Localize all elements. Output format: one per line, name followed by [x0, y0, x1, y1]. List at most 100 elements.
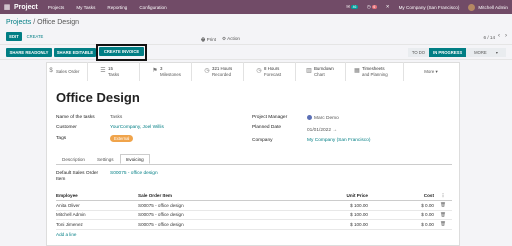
trash-icon[interactable]: 🗑: [434, 212, 452, 218]
share-readonly-button[interactable]: SHARE READONLY: [6, 48, 52, 57]
customer-field[interactable]: YourCompany, Joel Willis: [110, 125, 164, 130]
tab-invoicing[interactable]: Invoicing: [119, 154, 150, 164]
chat-badge: 46: [351, 5, 358, 9]
smart-button-hours-recorded[interactable]: ◷ 321 Hours Recorded: [202, 62, 244, 81]
activity-button[interactable]: ◷ 6: [367, 4, 377, 10]
column-options-icon[interactable]: ⋮: [434, 193, 452, 199]
share-editable-button[interactable]: SHARE EDITABLE: [54, 48, 96, 57]
tags-label: Tags: [56, 136, 67, 141]
name-of-tasks-field[interactable]: Tasks: [110, 115, 122, 120]
row-cost: $ 0.00: [421, 202, 434, 208]
planned-date-value: 01/01/2022: [307, 128, 332, 133]
menu-my-tasks[interactable]: My Tasks: [76, 5, 95, 10]
settings-button[interactable]: ✕: [386, 4, 390, 10]
row-sale-order-item: S00075 - office design: [138, 212, 184, 218]
create-button[interactable]: CREATE: [24, 32, 46, 41]
smart-label: Forecast: [264, 71, 282, 77]
tab-settings[interactable]: Settings: [91, 154, 120, 164]
avatar: [307, 115, 312, 120]
smart-button-milestones[interactable]: ⚑ 3 Milestones: [150, 62, 192, 81]
stage-more[interactable]: MORE ▾: [466, 48, 506, 57]
project-title[interactable]: Office Design: [56, 90, 140, 105]
print-dropdown[interactable]: 🖶 Print: [201, 36, 216, 44]
stage-todo[interactable]: TO DO: [407, 48, 430, 57]
column-employee[interactable]: Employee: [56, 193, 138, 198]
tag-badge[interactable]: External: [110, 135, 134, 142]
row-employee: Anita Oliver: [56, 202, 80, 208]
pager-value[interactable]: 6 / 14: [484, 35, 496, 40]
table-row[interactable]: Toni Jimenez S00075 - office design $ 10…: [56, 220, 452, 230]
default-so-label: Default Sales Order Item: [56, 171, 99, 182]
smart-value: 321 Hours: [212, 66, 233, 71]
smart-button-forecast[interactable]: ◷ 8 Hours Forecast: [254, 62, 296, 81]
stage-more-label: MORE: [470, 50, 491, 55]
wrench-icon: ✕: [385, 4, 390, 9]
smart-more-label: More: [424, 68, 435, 74]
chevron-down-icon: ▾: [435, 68, 438, 74]
smart-button-more[interactable]: More ▾: [410, 62, 452, 81]
chevron-left-icon[interactable]: ‹: [496, 33, 502, 41]
planned-date-label: Planned Date: [252, 125, 282, 130]
trash-icon[interactable]: 🗑: [434, 202, 452, 208]
smart-value: 15: [108, 66, 113, 71]
trash-icon[interactable]: 🗑: [434, 221, 452, 227]
smart-button-timesheets[interactable]: ▦ Timesheets and Planning: [352, 62, 404, 81]
smart-value: 8 Hours: [264, 66, 280, 71]
edit-button[interactable]: EDIT: [6, 32, 22, 41]
smart-button-sales-order[interactable]: $ Sales Order: [46, 62, 88, 81]
table-row[interactable]: Anita Oliver S00075 - office design $ 10…: [56, 201, 452, 211]
tab-description[interactable]: Description: [56, 154, 91, 164]
flag-icon: ⚑: [152, 67, 158, 74]
smart-label: Milestones: [160, 71, 181, 77]
smart-value: Timesheets: [362, 66, 385, 71]
chat-button[interactable]: ✉ 46: [346, 4, 358, 10]
stage-in-progress[interactable]: IN PROGRESS: [429, 48, 467, 57]
default-so-field[interactable]: S00075 - office design: [110, 171, 158, 176]
clock-icon: ◷: [256, 67, 262, 74]
grid-icon[interactable]: ▦: [0, 3, 14, 11]
company-field[interactable]: My Company (San Francisco): [307, 138, 370, 143]
table-header: Employee Sale Order Item Unit Price Cost…: [56, 191, 452, 201]
smart-label: Chart: [314, 71, 325, 77]
activity-badge: 6: [371, 5, 377, 9]
chat-icon: ✉: [346, 4, 351, 9]
column-unit-price[interactable]: Unit Price: [258, 193, 368, 198]
menu-configuration[interactable]: Configuration: [139, 5, 166, 10]
column-cost[interactable]: Cost: [368, 193, 434, 198]
column-sale-order-item[interactable]: Sale Order Item: [138, 193, 258, 198]
smart-label: Sales Order: [56, 68, 80, 74]
row-sale-order-item: S00075 - office design: [138, 202, 184, 208]
tab-divider: [56, 164, 452, 165]
calendar-icon: ▦: [354, 67, 360, 74]
smart-button-tasks[interactable]: ☰ 15 Tasks: [98, 62, 140, 81]
name-of-tasks-label: Name of the tasks: [56, 115, 95, 120]
dollar-icon: $: [49, 67, 53, 74]
customer-label: Customer: [56, 125, 77, 130]
user-name: Mitchell Admin: [478, 4, 508, 10]
menu-projects[interactable]: Projects: [48, 5, 65, 10]
planned-date-field[interactable]: 01/01/2022 →: [307, 128, 337, 133]
action-dropdown[interactable]: ⚙ Action: [222, 36, 240, 42]
smart-button-burndown[interactable]: ▥ Burndown Chart: [304, 62, 346, 81]
add-line-link[interactable]: Add a line: [56, 232, 452, 237]
clock-icon: ◷: [366, 4, 371, 9]
company-switcher[interactable]: My Company (San Francisco): [399, 5, 460, 10]
project-manager-label: Project Manager: [252, 115, 288, 120]
arrow-right-icon: →: [332, 128, 338, 133]
company-label: Company: [252, 138, 273, 143]
stage-selector: TO DO IN PROGRESS MORE ▾: [407, 48, 506, 57]
menu-reporting[interactable]: Reporting: [107, 5, 127, 10]
print-label: Print: [206, 37, 217, 42]
employee-mapping-table: Employee Sale Order Item Unit Price Cost…: [56, 191, 452, 237]
app-brand[interactable]: Project: [14, 4, 38, 11]
breadcrumb-parent[interactable]: Projects: [6, 19, 31, 26]
project-manager-field[interactable]: Marc Demo: [307, 115, 339, 121]
row-unit-price: $ 100.00: [350, 212, 368, 218]
chevron-down-icon: ▾: [491, 50, 502, 55]
table-row[interactable]: Mitchell Admin S00075 - office design $ …: [56, 211, 452, 220]
smart-label: and Planning: [362, 71, 388, 77]
chevron-right-icon[interactable]: ›: [503, 33, 509, 41]
user-menu[interactable]: Mitchell Admin: [468, 3, 508, 11]
clock-icon: ◷: [204, 67, 210, 74]
row-cost: $ 0.00: [421, 221, 434, 227]
